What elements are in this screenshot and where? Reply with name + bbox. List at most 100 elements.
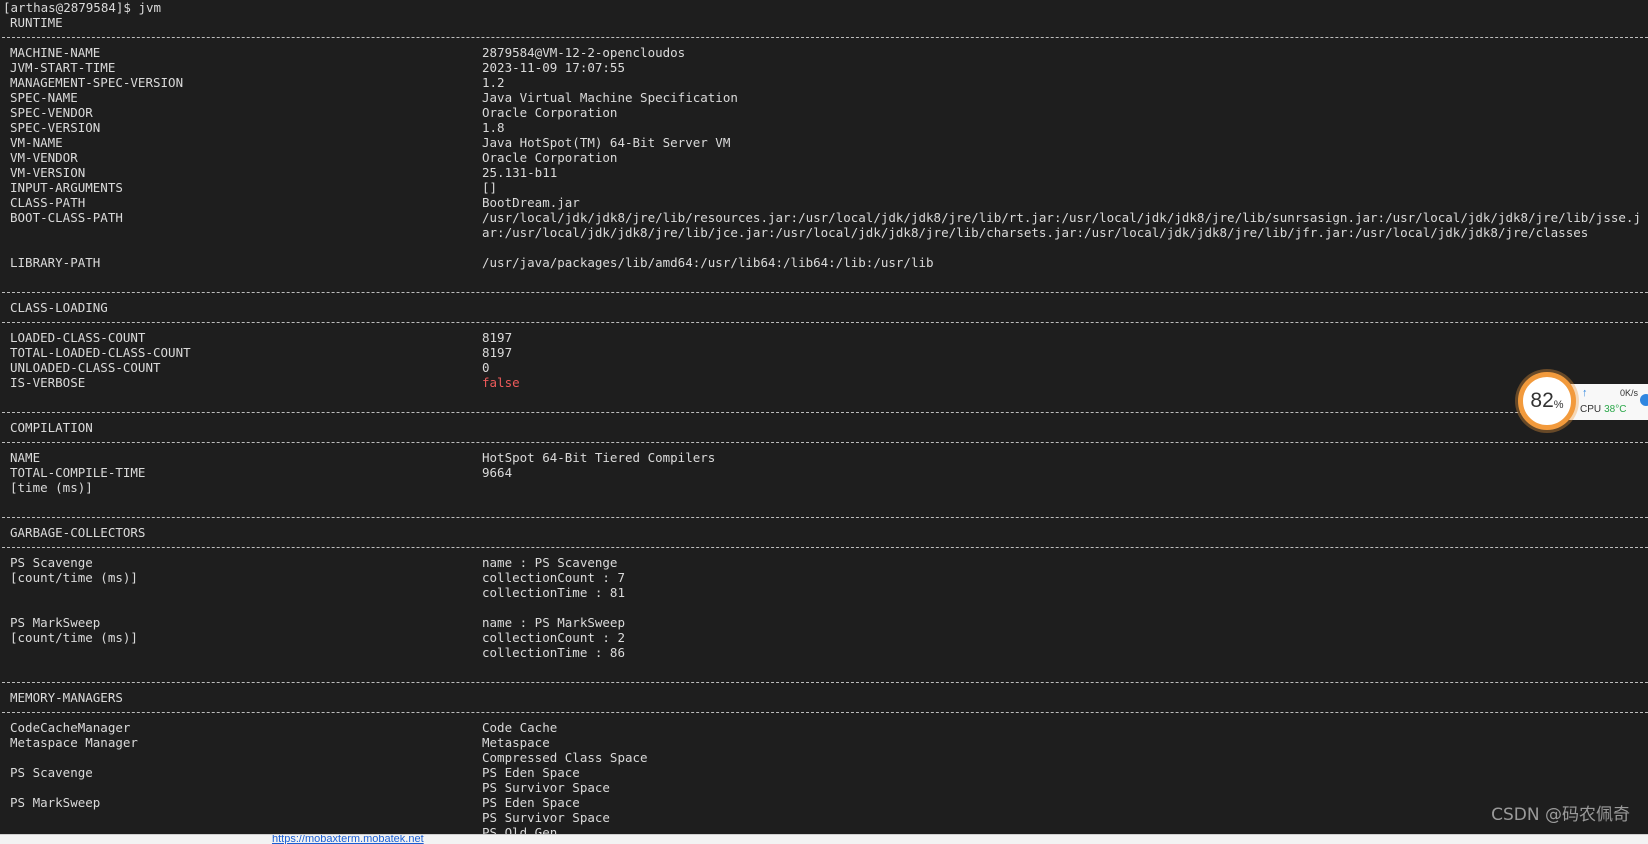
cpu-label: CPU	[1580, 404, 1602, 415]
gc-detail: collectionCount : 2	[482, 630, 625, 645]
kv-row: TOTAL-LOADED-CLASS-COUNT 8197	[0, 345, 1648, 360]
row-value: BootDream.jar	[482, 195, 580, 210]
row-value: Oracle Corporation	[482, 150, 618, 165]
kv-row: MACHINE-NAME 2879584@VM-12-2-opencloudos	[0, 45, 1648, 60]
row-key: IS-VERBOSE	[10, 375, 86, 390]
row-key: UNLOADED-CLASS-COUNT	[10, 360, 161, 375]
gc-row: collectionTime : 86	[0, 645, 1648, 660]
section-title-runtime: RUNTIME	[10, 15, 63, 30]
row-key: VM-VERSION	[10, 165, 86, 180]
kv-row: SPEC-VENDOR Oracle Corporation	[0, 105, 1648, 120]
row-value: Oracle Corporation	[482, 105, 618, 120]
mm-row: Compressed Class Space	[0, 750, 1648, 765]
gc-unit: [count/time (ms)]	[10, 630, 138, 645]
kv-row: INPUT-ARGUMENTS []	[0, 180, 1648, 195]
gc-name: PS Scavenge	[10, 555, 93, 570]
mm-row: CodeCacheManager Code Cache	[0, 720, 1648, 735]
row-value: 8197	[482, 345, 513, 360]
memory-managers-section: CodeCacheManager Code Cache Metaspace Man…	[0, 720, 1648, 835]
row-value: 9664	[482, 465, 513, 480]
row-value: /usr/java/packages/lib/amd64:/usr/lib64:…	[482, 255, 934, 270]
section-divider	[0, 435, 1648, 450]
cpu-temp-readout: CPU 38°C	[1580, 404, 1626, 415]
gc-row: PS MarkSweep name : PS MarkSweep	[0, 615, 1648, 630]
terminal-output[interactable]: [arthas@2879584]$ jvm RUNTIME MACHINE-NA…	[0, 0, 1648, 835]
mm-pool: PS Eden Space	[482, 765, 580, 780]
cpu-percent: 82	[1530, 389, 1554, 412]
gc-row: [count/time (ms)] collectionCount : 2	[0, 630, 1648, 645]
runtime-section: MACHINE-NAME 2879584@VM-12-2-opencloudos …	[0, 45, 1648, 270]
section-divider	[0, 285, 1648, 300]
row-key: VM-VENDOR	[10, 150, 78, 165]
mm-name: CodeCacheManager	[10, 720, 131, 735]
gc-detail: name : PS MarkSweep	[482, 615, 625, 630]
kv-row: LIBRARY-PATH/usr/java/packages/lib/amd64…	[0, 255, 1648, 270]
section-title-memory-managers: MEMORY-MANAGERS	[10, 690, 123, 705]
section-divider	[0, 510, 1648, 525]
cpu-temperature: 38°C	[1604, 404, 1627, 415]
mm-pool: Metaspace	[482, 735, 550, 750]
network-speed: 0K/s	[1620, 388, 1639, 398]
kv-row: VM-VERSION 25.131-b11	[0, 165, 1648, 180]
section-divider	[0, 315, 1648, 330]
section-title-class-loading: CLASS-LOADING	[10, 300, 108, 315]
kv-row: UNLOADED-CLASS-COUNT 0	[0, 360, 1648, 375]
kv-row: CLASS-PATH BootDream.jar	[0, 195, 1648, 210]
row-value: HotSpot 64-Bit Tiered Compilers	[482, 450, 716, 465]
row-key: VM-NAME	[10, 135, 63, 150]
gc-detail: collectionCount : 7	[482, 570, 625, 585]
gc-unit: [count/time (ms)]	[10, 570, 138, 585]
garbage-collectors-section: PS Scavenge name : PS Scavenge [count/tim…	[0, 555, 1648, 660]
row-key: SPEC-VENDOR	[10, 105, 93, 120]
mm-pool: PS Eden Space	[482, 795, 580, 810]
percent-unit: %	[1553, 399, 1564, 411]
gc-detail: name : PS Scavenge	[482, 555, 618, 570]
kv-row: VM-NAME Java HotSpot(TM) 64-Bit Server VM	[0, 135, 1648, 150]
row-value: []	[482, 180, 498, 195]
row-key: CLASS-PATH	[10, 195, 86, 210]
section-divider	[0, 540, 1648, 555]
gc-row: [count/time (ms)] collectionCount : 7	[0, 570, 1648, 585]
row-key: SPEC-NAME	[10, 90, 78, 105]
row-value: 1.8	[482, 120, 505, 135]
row-value: Java HotSpot(TM) 64-Bit Server VM	[482, 135, 731, 150]
cpu-monitor-widget[interactable]: ↑ 0K/s CPU 38°C 82%	[1516, 370, 1648, 434]
kv-row: IS-VERBOSE false	[0, 375, 1648, 390]
mm-name: PS Scavenge	[10, 765, 93, 780]
mm-name: PS MarkSweep	[10, 795, 101, 810]
row-value: 0	[482, 360, 490, 375]
row-key: LOADED-CLASS-COUNT	[10, 330, 146, 345]
row-key: MANAGEMENT-SPEC-VERSION	[10, 75, 184, 90]
toggle-icon[interactable]	[1640, 394, 1648, 406]
kv-row: NAME HotSpot 64-Bit Tiered Compilers	[0, 450, 1648, 465]
mm-row: PS Survivor Space	[0, 810, 1648, 825]
arrow-up-icon: ↑	[1582, 387, 1588, 399]
mm-row: PS Survivor Space	[0, 780, 1648, 795]
gc-detail: collectionTime : 81	[482, 585, 625, 600]
row-value: 2879584@VM-12-2-opencloudos	[482, 45, 686, 60]
section-divider	[0, 675, 1648, 690]
row-key: TOTAL-LOADED-CLASS-COUNT	[10, 345, 191, 360]
kv-row: SPEC-VERSION 1.8	[0, 120, 1648, 135]
mm-pool: PS Survivor Space	[482, 810, 610, 825]
section-divider	[0, 30, 1648, 45]
mm-pool: Compressed Class Space	[482, 750, 648, 765]
row-key: MACHINE-NAME	[10, 45, 101, 60]
row-key: JVM-START-TIME	[10, 60, 116, 75]
gc-detail: collectionTime : 86	[482, 645, 625, 660]
cpu-usage-ring[interactable]: 82%	[1518, 372, 1576, 430]
row-key: INPUT-ARGUMENTS	[10, 180, 123, 195]
mm-pool: Code Cache	[482, 720, 558, 735]
kv-row: BOOT-CLASS-PATH/usr/local/jdk/jdk8/jre/l…	[0, 210, 1648, 255]
row-key: BOOT-CLASS-PATH	[10, 210, 123, 225]
gc-row: PS Scavenge name : PS Scavenge	[0, 555, 1648, 570]
row-value: 2023-11-09 17:07:55	[482, 60, 625, 75]
row-value: 8197	[482, 330, 513, 345]
kv-row: MANAGEMENT-SPEC-VERSION 1.2	[0, 75, 1648, 90]
is-verbose-value: false	[482, 375, 520, 390]
kv-row: SPEC-NAME Java Virtual Machine Specificat…	[0, 90, 1648, 105]
compilation-section: NAME HotSpot 64-Bit Tiered Compilers TOTA…	[0, 450, 1648, 495]
row-key: SPEC-VERSION	[10, 120, 101, 135]
gc-name: PS MarkSweep	[10, 615, 101, 630]
section-title-compilation: COMPILATION	[10, 420, 93, 435]
